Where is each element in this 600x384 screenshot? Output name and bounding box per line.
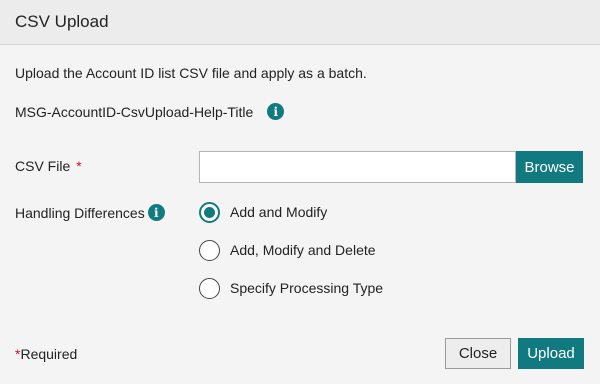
radio-add-modify-delete[interactable]: Add, Modify and Delete [199, 237, 383, 263]
required-asterisk: * [76, 158, 82, 174]
dialog-title: CSV Upload [15, 12, 109, 31]
radio-button-icon[interactable] [199, 277, 220, 299]
dialog-description: Upload the Account ID list CSV file and … [15, 65, 367, 81]
browse-button[interactable]: Browse [516, 151, 583, 183]
help-title-row: MSG-AccountID-CsvUpload-Help-Title i [15, 103, 285, 120]
info-icon[interactable]: i [267, 103, 285, 120]
handling-differences-text: Handling Differences [15, 204, 145, 221]
radio-label: Add and Modify [230, 204, 328, 220]
handling-radio-group: Add and Modify Add, Modify and Delete Sp… [199, 199, 383, 313]
close-button[interactable]: Close [445, 338, 511, 369]
csv-file-input[interactable] [199, 151, 516, 183]
upload-button[interactable]: Upload [518, 338, 584, 369]
csv-file-picker: Browse [199, 151, 583, 183]
radio-button-checked-icon[interactable] [199, 201, 220, 223]
radio-dot-icon [204, 206, 215, 218]
radio-label: Specify Processing Type [230, 280, 384, 296]
radio-label: Add, Modify and Delete [230, 242, 376, 258]
csv-file-label: CSV File * [15, 158, 82, 174]
radio-button-icon[interactable] [199, 239, 220, 261]
handling-differences-label: Handling Differences i [15, 204, 165, 221]
help-title-text: MSG-AccountID-CsvUpload-Help-Title [15, 103, 254, 120]
radio-add-modify[interactable]: Add and Modify [199, 199, 383, 225]
radio-specify-processing-type[interactable]: Specify Processing Type [199, 275, 383, 301]
csv-upload-dialog: CSV Upload Upload the Account ID list CS… [0, 0, 600, 384]
required-note-text: Required [20, 346, 78, 362]
required-note: *Required [15, 346, 77, 362]
dialog-header: CSV Upload [0, 0, 600, 45]
csv-file-label-text: CSV File [15, 158, 71, 174]
handling-info-icon[interactable]: i [147, 204, 165, 221]
